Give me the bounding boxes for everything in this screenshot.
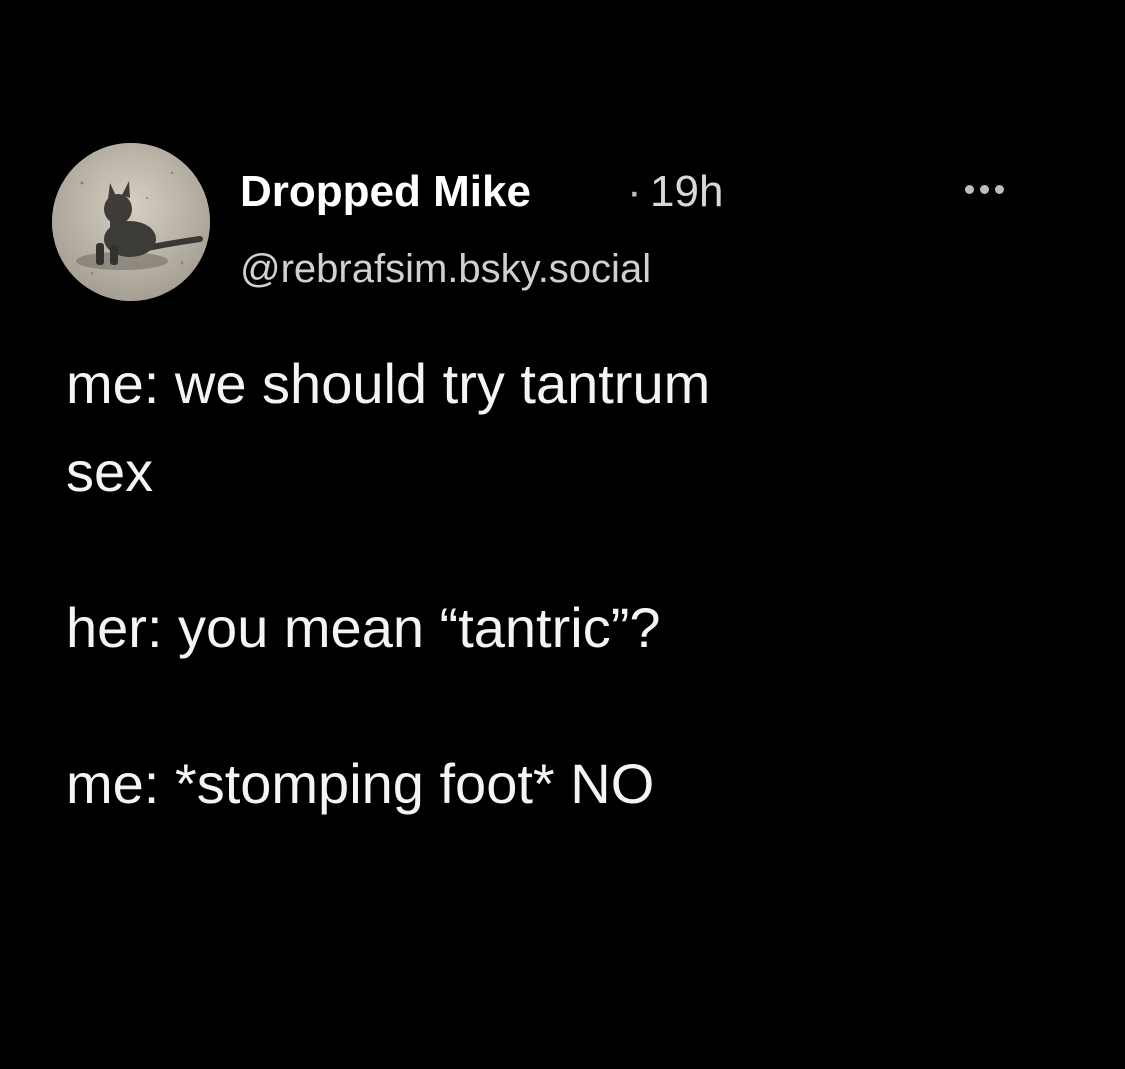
post-body: me: we should try tantrum sex her: you m… [66, 340, 1056, 828]
more-horizontal-icon [979, 184, 989, 194]
post-header: Dropped Mike · 19h @rebrafsim.bsky.socia… [52, 140, 1072, 305]
author-display-name[interactable]: Dropped Mike [240, 164, 531, 220]
post-text-line: her: you mean “tantric”? [66, 596, 661, 659]
author-handle[interactable]: @rebrafsim.bsky.social [240, 244, 651, 294]
post-text-line: sex [66, 440, 154, 503]
post-screen: Dropped Mike · 19h @rebrafsim.bsky.socia… [0, 0, 1125, 1069]
post-timestamp[interactable]: 19h [650, 164, 723, 220]
post-text-line: me: *stomping foot* NO [66, 752, 655, 815]
more-horizontal-icon [994, 184, 1004, 194]
cat-avatar-photo-icon [52, 143, 210, 301]
more-options-button[interactable] [952, 174, 1016, 204]
post-text-line: me: we should try tantrum [66, 352, 711, 415]
meta-separator: · [627, 167, 642, 216]
avatar[interactable] [52, 143, 210, 301]
more-horizontal-icon [964, 184, 974, 194]
